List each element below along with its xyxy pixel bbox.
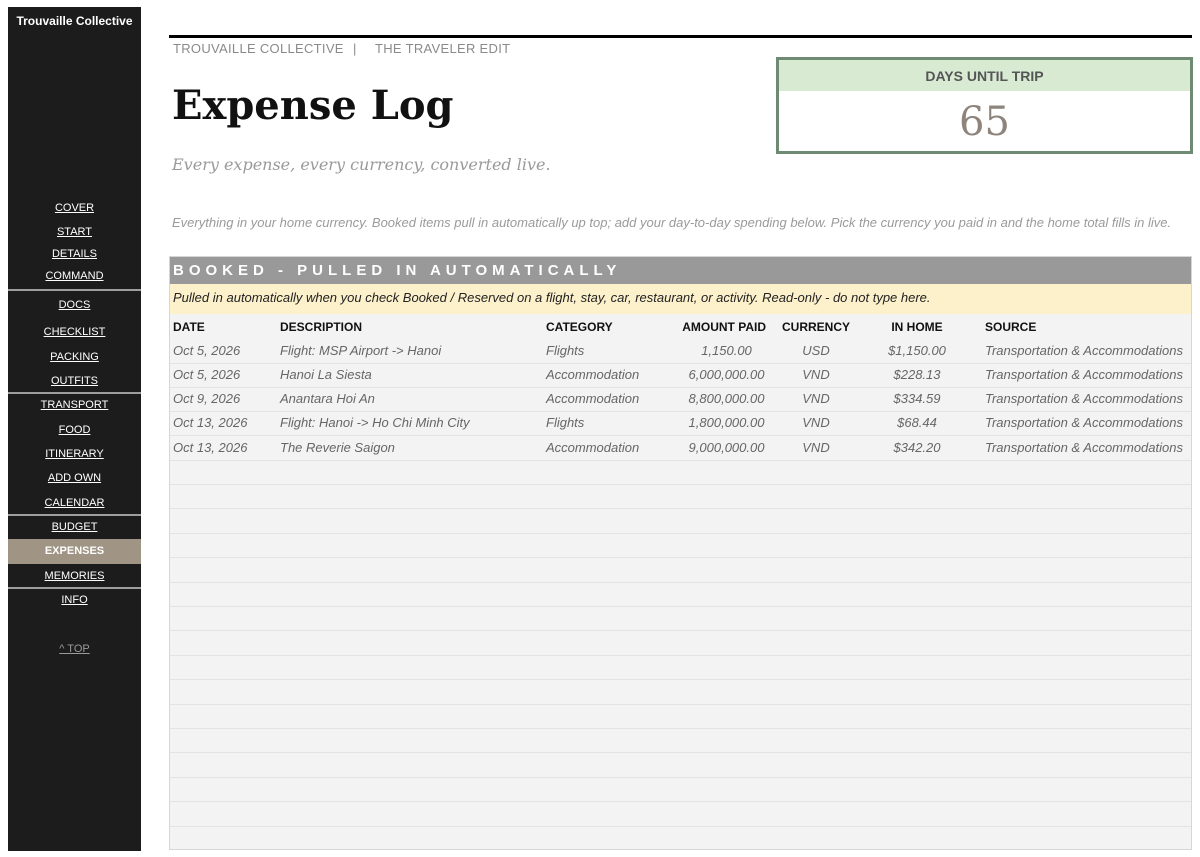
cell-description: Flight: MSP Airport -> Hanoi xyxy=(280,343,442,358)
cell-currency: VND xyxy=(802,440,830,455)
empty-row-divider xyxy=(170,777,1191,778)
empty-row-divider xyxy=(170,752,1191,753)
cell-description: The Reverie Saigon xyxy=(280,440,395,455)
column-header-source: SOURCE xyxy=(985,320,1037,334)
countdown-label: DAYS UNTIL TRIP xyxy=(779,60,1190,91)
cell-date: Oct 5, 2026 xyxy=(173,343,241,358)
sidebar-brand: Trouvaille Collective xyxy=(16,14,133,28)
cell-category: Flights xyxy=(546,415,585,430)
cell-currency: VND xyxy=(802,415,830,430)
cell-date: Oct 13, 2026 xyxy=(173,415,248,430)
empty-row-divider xyxy=(170,728,1191,729)
cell-description: Anantara Hoi An xyxy=(280,391,375,406)
back-to-top-link[interactable]: ^ TOP xyxy=(8,638,141,660)
cell-amount: 8,800,000.00 xyxy=(688,391,765,406)
booked-table: BOOKED - PULLED IN AUTOMATICALLY Pulled … xyxy=(169,256,1192,850)
cell-amount: 6,000,000.00 xyxy=(688,367,765,382)
empty-row-divider xyxy=(170,484,1191,485)
section-header-booked: BOOKED - PULLED IN AUTOMATICALLY xyxy=(170,257,1191,284)
sidebar-item-start[interactable]: START xyxy=(8,221,141,243)
cell-in-home: $68.44 xyxy=(897,415,937,430)
sidebar-item-details[interactable]: DETAILS xyxy=(8,243,141,265)
cell-currency: USD xyxy=(802,343,830,358)
cell-source: Transportation & Accommodations xyxy=(985,440,1183,455)
cell-category: Flights xyxy=(546,343,585,358)
column-header-date: DATE xyxy=(173,320,205,334)
sidebar-item-add-own[interactable]: ADD OWN xyxy=(8,467,141,489)
column-header-description: DESCRIPTION xyxy=(280,320,363,334)
empty-row-divider xyxy=(170,630,1191,631)
empty-row-divider xyxy=(170,826,1191,827)
cell-currency: VND xyxy=(802,391,830,406)
countdown-box: DAYS UNTIL TRIP 65 xyxy=(776,57,1193,154)
sidebar-item-food[interactable]: FOOD xyxy=(8,419,141,441)
empty-row-divider xyxy=(170,679,1191,680)
empty-row-divider xyxy=(170,704,1191,705)
cell-source: Transportation & Accommodations xyxy=(985,415,1183,430)
sidebar-item-itinerary[interactable]: ITINERARY xyxy=(8,443,141,465)
sidebar-divider xyxy=(8,289,141,291)
cell-category: Accommodation xyxy=(546,367,640,382)
cell-date: Oct 13, 2026 xyxy=(173,440,248,455)
countdown-value: 65 xyxy=(959,99,1010,145)
cell-date: Oct 5, 2026 xyxy=(173,367,241,382)
empty-row-divider xyxy=(170,508,1191,509)
row-divider xyxy=(170,460,1191,461)
cell-in-home: $334.59 xyxy=(893,391,941,406)
column-header-amount: AMOUNT PAID xyxy=(682,320,766,334)
header-brand: TROUVAILLE COLLECTIVE xyxy=(173,41,344,56)
cell-amount: 1,800,000.00 xyxy=(688,415,765,430)
header-separator: | xyxy=(353,41,357,56)
cell-source: Transportation & Accommodations xyxy=(985,391,1183,406)
booked-notice: Pulled in automatically when you check B… xyxy=(170,284,1191,314)
empty-row-divider xyxy=(170,582,1191,583)
empty-row-divider xyxy=(170,557,1191,558)
page-subtitle: Every expense, every currency, converted… xyxy=(172,155,551,174)
sidebar-item-expenses[interactable]: EXPENSES xyxy=(8,539,141,564)
cell-date: Oct 9, 2026 xyxy=(173,391,241,406)
sidebar-item-budget[interactable]: BUDGET xyxy=(8,516,141,538)
sidebar: Trouvaille Collective COVER START DETAIL… xyxy=(8,7,141,851)
sidebar-item-command[interactable]: COMMAND xyxy=(8,265,141,287)
cell-amount: 9,000,000.00 xyxy=(688,440,765,455)
column-header-currency: CURRENCY xyxy=(781,320,850,334)
cell-in-home: $1,150.00 xyxy=(888,343,946,358)
page-title: Expense Log xyxy=(172,82,454,129)
cell-source: Transportation & Accommodations xyxy=(985,367,1183,382)
column-header-in-home: IN HOME xyxy=(891,320,943,334)
sidebar-item-outfits[interactable]: OUTFITS xyxy=(8,370,141,392)
row-divider xyxy=(170,435,1191,436)
cell-amount: 1,150.00 xyxy=(701,343,752,358)
sidebar-item-transport[interactable]: TRANSPORT xyxy=(8,394,141,416)
sidebar-item-memories[interactable]: MEMORIES xyxy=(8,565,141,587)
intro-text: Everything in your home currency. Booked… xyxy=(172,215,1172,230)
empty-row-divider xyxy=(170,655,1191,656)
cell-in-home: $342.20 xyxy=(893,440,941,455)
cell-description: Flight: Hanoi -> Ho Chi Minh City xyxy=(280,415,470,430)
sidebar-item-cover[interactable]: COVER xyxy=(8,197,141,219)
header-edition: THE TRAVELER EDIT xyxy=(375,41,511,56)
empty-row-divider xyxy=(170,533,1191,534)
sidebar-item-calendar[interactable]: CALENDAR xyxy=(8,492,141,514)
empty-row-divider xyxy=(170,606,1191,607)
cell-category: Accommodation xyxy=(546,391,640,406)
sidebar-item-checklist[interactable]: CHECKLIST xyxy=(8,321,141,343)
sidebar-item-docs[interactable]: DOCS xyxy=(8,294,141,316)
cell-source: Transportation & Accommodations xyxy=(985,343,1183,358)
cell-in-home: $228.13 xyxy=(893,367,941,382)
row-divider xyxy=(170,411,1191,412)
sidebar-item-info[interactable]: INFO xyxy=(8,589,141,611)
row-divider xyxy=(170,363,1191,364)
empty-row-divider xyxy=(170,801,1191,802)
cell-currency: VND xyxy=(802,367,830,382)
sidebar-item-packing[interactable]: PACKING xyxy=(8,346,141,368)
cell-category: Accommodation xyxy=(546,440,640,455)
header-rule xyxy=(169,35,1192,38)
cell-description: Hanoi La Siesta xyxy=(280,367,372,382)
row-divider xyxy=(170,387,1191,388)
column-header-category: CATEGORY xyxy=(546,320,613,334)
